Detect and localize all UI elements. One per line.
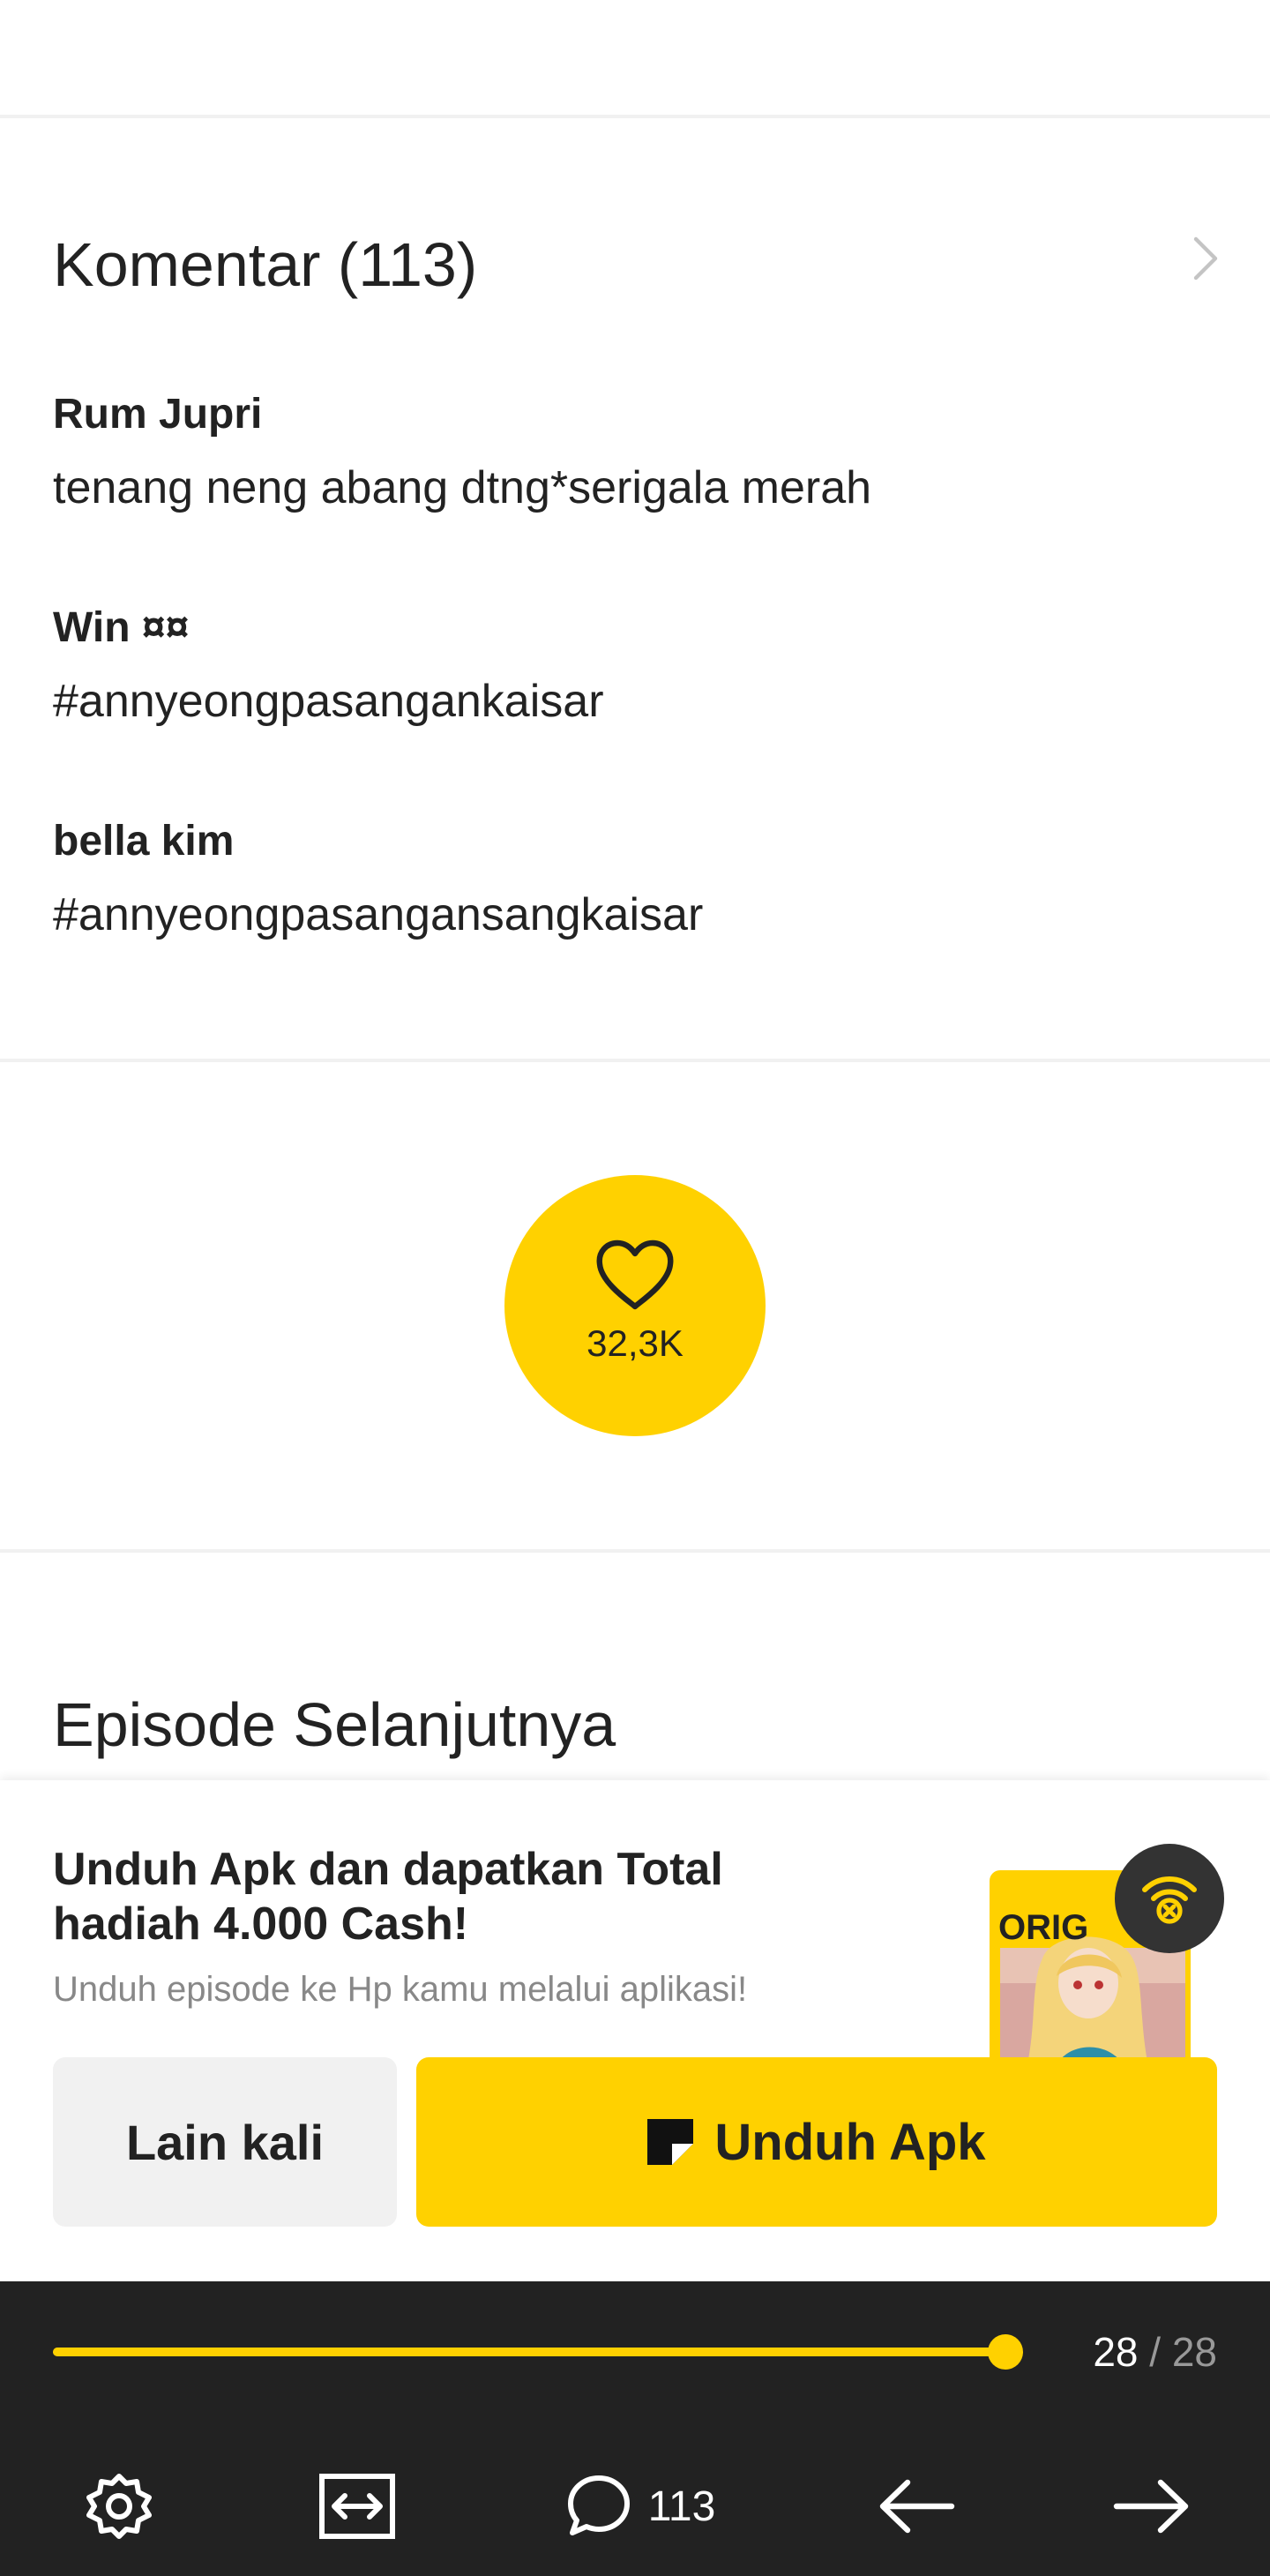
download-apk-button[interactable]: Unduh Apk: [416, 2057, 1217, 2227]
promo-art-label: ORIG: [998, 1908, 1088, 1947]
download-apk-label: Unduh Apk: [714, 2113, 986, 2171]
later-button[interactable]: Lain kali: [53, 2057, 397, 2227]
next-episode-title: Episode Selanjutnya: [53, 1690, 616, 1759]
comment-item[interactable]: bella kim #annyeongpasangansangkaisar: [53, 815, 1199, 944]
comment-author: bella kim: [53, 818, 235, 865]
previous-episode-button[interactable]: [869, 2458, 966, 2555]
page-current: 28: [1093, 2329, 1139, 2375]
comment-item[interactable]: Win ¤¤ #annyeongpasangankaisar: [53, 602, 1199, 730]
arrow-left-icon: [879, 2479, 955, 2534]
progress-thumb[interactable]: [988, 2334, 1023, 2370]
heart-icon: [596, 1239, 674, 1310]
wifi-off-icon: [1115, 1844, 1224, 1953]
comment-author: Win ¤¤: [53, 604, 190, 651]
reader-toolbar: 28 / 28 113: [0, 2281, 1270, 2576]
fit-width-icon: [319, 2474, 395, 2539]
arrow-right-icon: [1113, 2479, 1189, 2534]
promo-subtitle: Unduh episode ke Hp kamu melalui aplikas…: [53, 1970, 748, 2009]
fit-width-button[interactable]: [309, 2458, 406, 2555]
comment-count: 113: [647, 2482, 716, 2530]
reader-page: Komentar (113) Rum Jupri tenang neng aba…: [0, 0, 1270, 2576]
download-app-sheet: Unduh Apk dan dapatkan Total hadiah 4.00…: [0, 1780, 1270, 2281]
speech-bubble-icon: [567, 2475, 630, 2535]
comment-text: #annyeongpasangansangkaisar: [53, 889, 704, 940]
divider: [0, 115, 1270, 118]
like-button[interactable]: 32,3K: [504, 1175, 766, 1436]
divider: [0, 1549, 1270, 1553]
chevron-right-icon[interactable]: [1184, 232, 1226, 285]
like-count: 32,3K: [586, 1322, 684, 1364]
divider: [0, 1059, 1270, 1062]
comments-header[interactable]: Komentar (113): [53, 225, 1226, 304]
comment-text: #annyeongpasangankaisar: [53, 676, 604, 727]
episode-progress-slider[interactable]: [53, 2334, 1023, 2370]
next-episode-button[interactable]: [1102, 2458, 1199, 2555]
comment-author: Rum Jupri: [53, 391, 263, 438]
page-counter: 28 / 28: [1093, 2327, 1217, 2377]
app-logo-icon: [647, 2119, 694, 2165]
comments-button[interactable]: 113: [552, 2458, 728, 2555]
progress-fill: [53, 2348, 1005, 2356]
promo-title: Unduh Apk dan dapatkan Total hadiah 4.00…: [53, 1844, 723, 1950]
comment-text: tenang neng abang dtng*serigala merah: [53, 462, 872, 513]
gear-icon: [86, 2474, 152, 2539]
page-separator: /: [1149, 2329, 1162, 2375]
comment-item[interactable]: Rum Jupri tenang neng abang dtng*serigal…: [53, 388, 1199, 517]
settings-button[interactable]: [71, 2458, 168, 2555]
page-total: 28: [1171, 2329, 1217, 2375]
comments-title: Komentar (113): [53, 230, 478, 299]
